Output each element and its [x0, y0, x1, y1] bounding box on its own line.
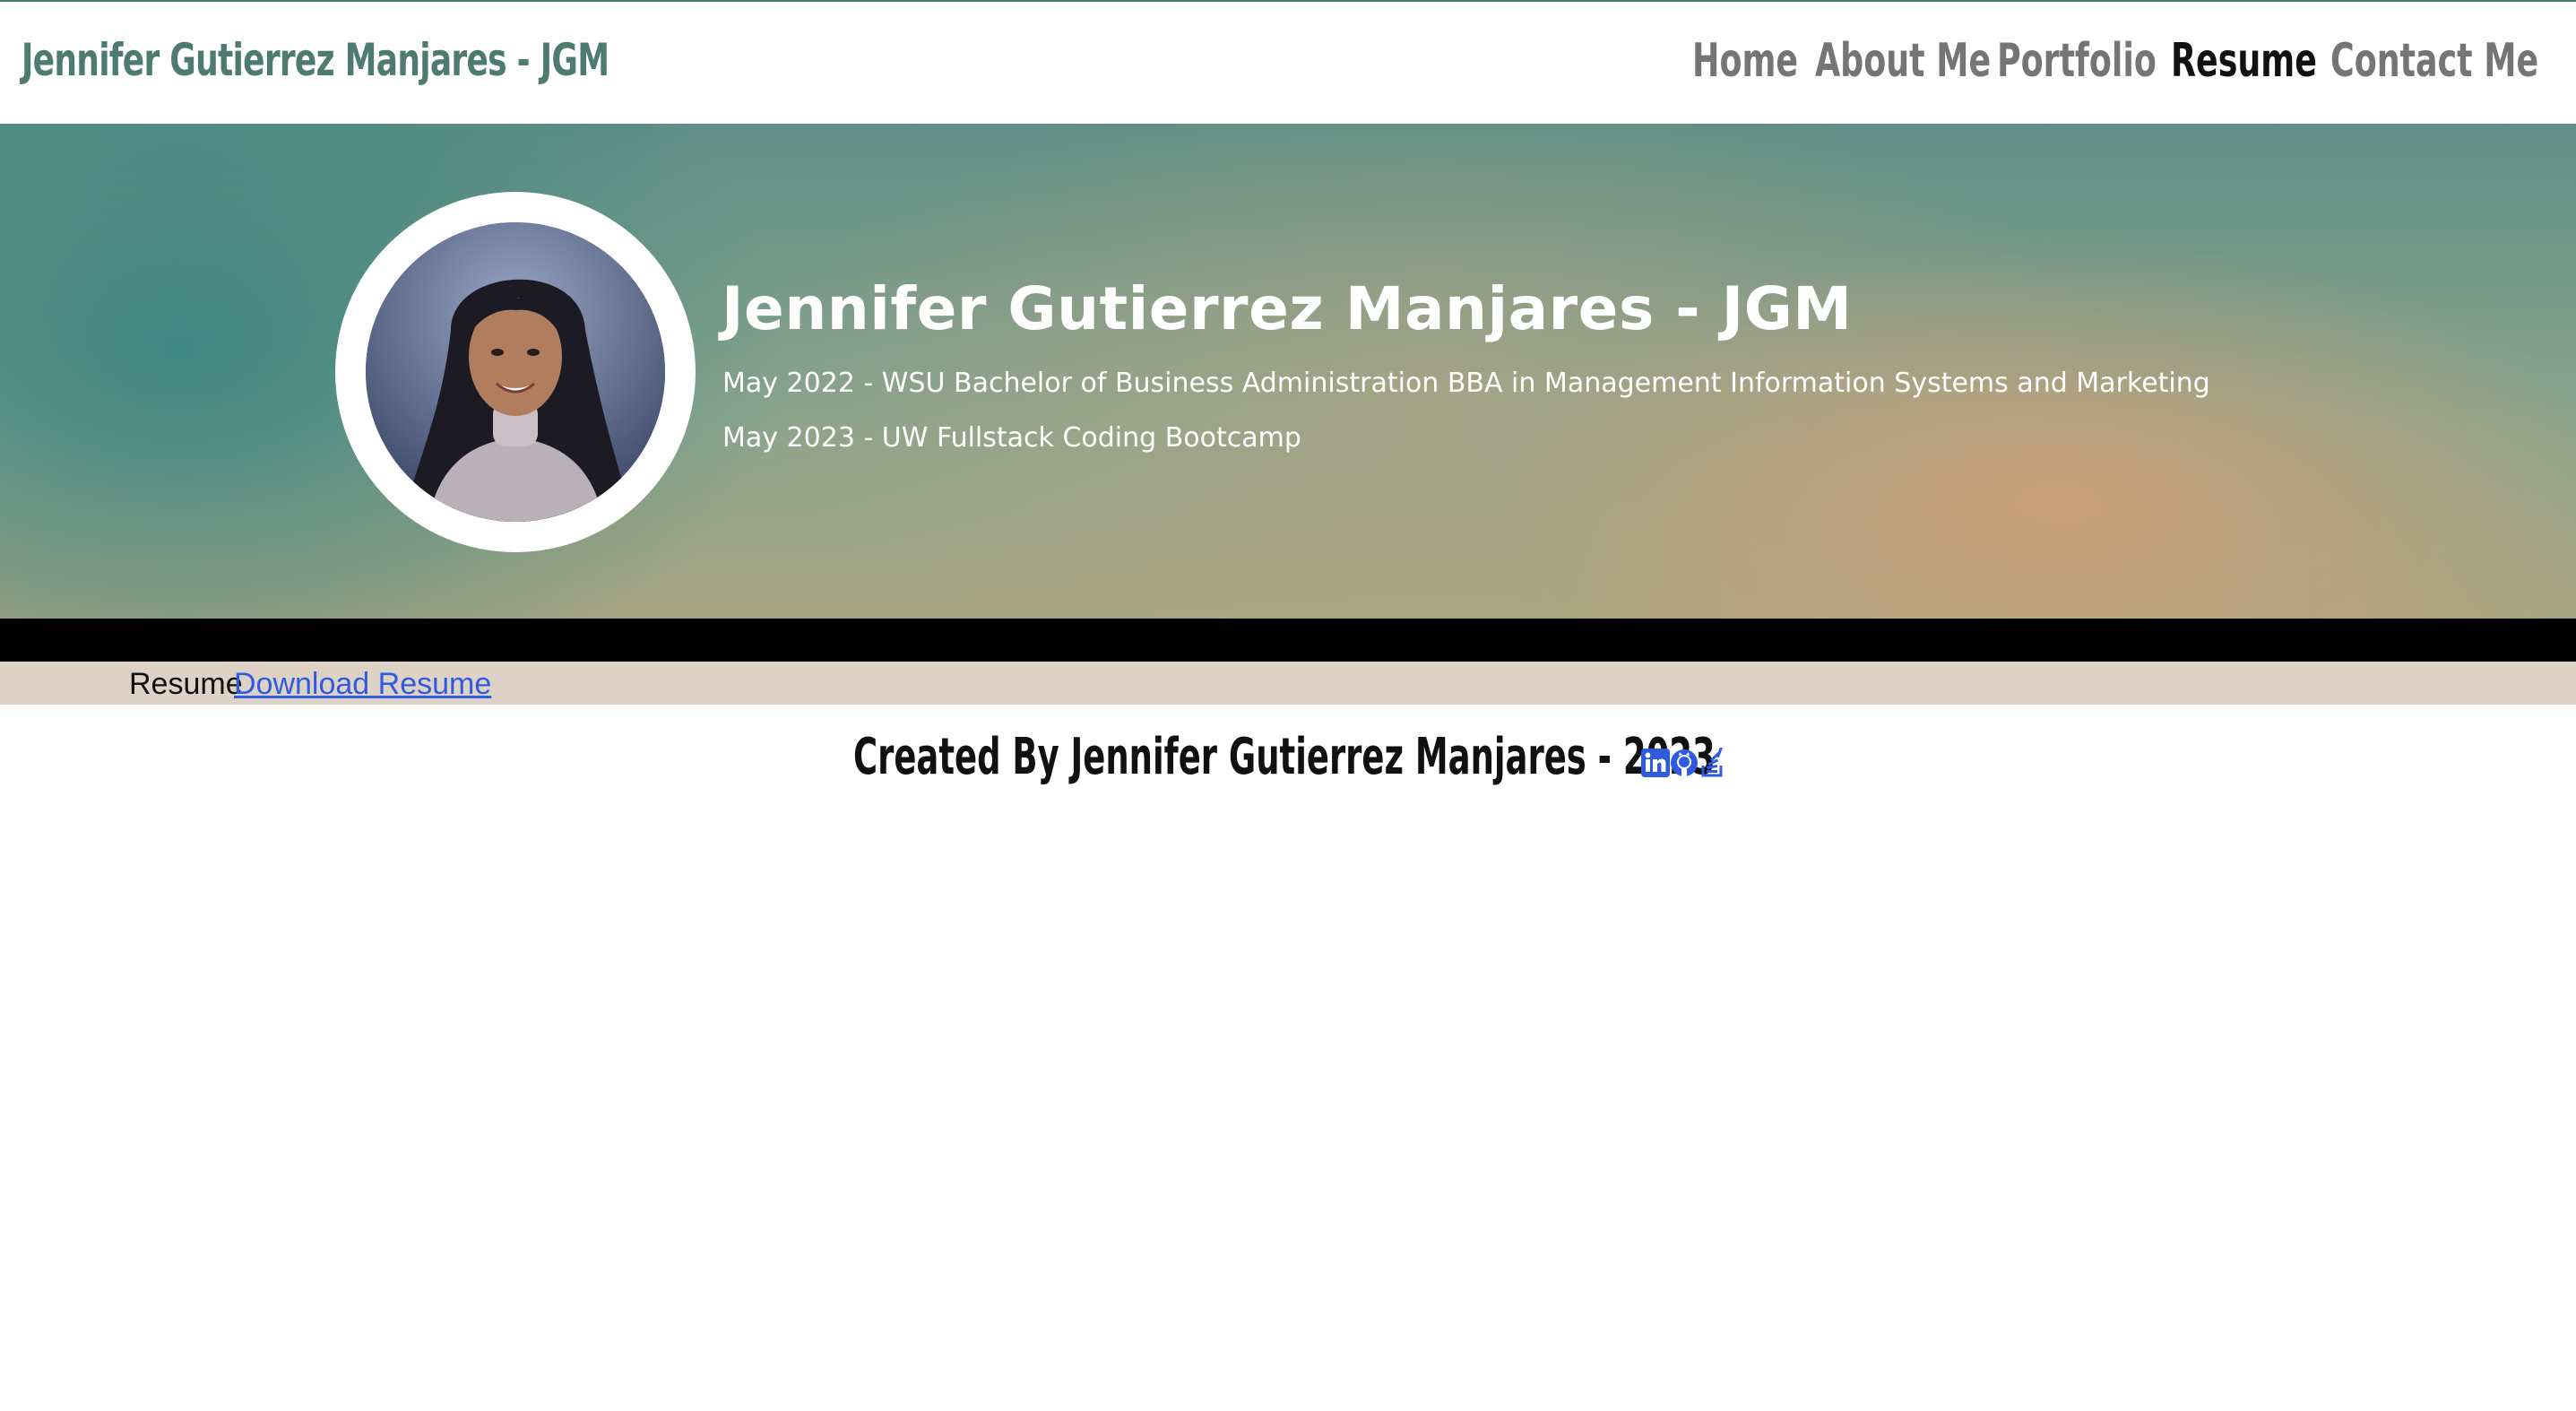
navbar: Jennifer Gutierrez Manjares - JGM Home A…	[0, 2, 2576, 124]
resume-label: Resume	[129, 667, 243, 701]
github-icon[interactable]	[1669, 748, 1699, 778]
section-divider	[0, 619, 2576, 662]
resume-section: Resume Download Resume	[0, 662, 2576, 705]
nav-links: Home About Me Portfolio Resume Contact M…	[0, 34, 2576, 99]
nav-link-about-me[interactable]: About Me	[1815, 34, 1991, 88]
profile-portrait-image	[366, 222, 665, 522]
hero-title: Jennifer Gutierrez Manjares - JGM	[722, 274, 1853, 343]
linkedin-icon[interactable]	[1640, 748, 1671, 778]
nav-link-portfolio[interactable]: Portfolio	[1997, 34, 2157, 88]
download-resume-link[interactable]: Download Resume	[234, 667, 491, 702]
profile-photo	[366, 222, 665, 522]
profile-photo-frame	[335, 192, 696, 552]
hero-banner: Jennifer Gutierrez Manjares - JGM May 20…	[0, 124, 2576, 619]
education-line-2: May 2023 - UW Fullstack Coding Bootcamp	[722, 422, 1301, 454]
footer: Created By Jennifer Gutierrez Manjares -…	[0, 728, 2576, 800]
nav-link-resume[interactable]: Resume	[2171, 34, 2317, 88]
stackoverflow-icon[interactable]	[1698, 748, 1728, 778]
nav-link-home[interactable]: Home	[1692, 34, 1798, 88]
education-line-1: May 2022 - WSU Bachelor of Business Admi…	[722, 368, 2210, 399]
nav-link-contact-me[interactable]: Contact Me	[2330, 34, 2538, 88]
footer-credit: Created By Jennifer Gutierrez Manjares -…	[853, 728, 1716, 786]
